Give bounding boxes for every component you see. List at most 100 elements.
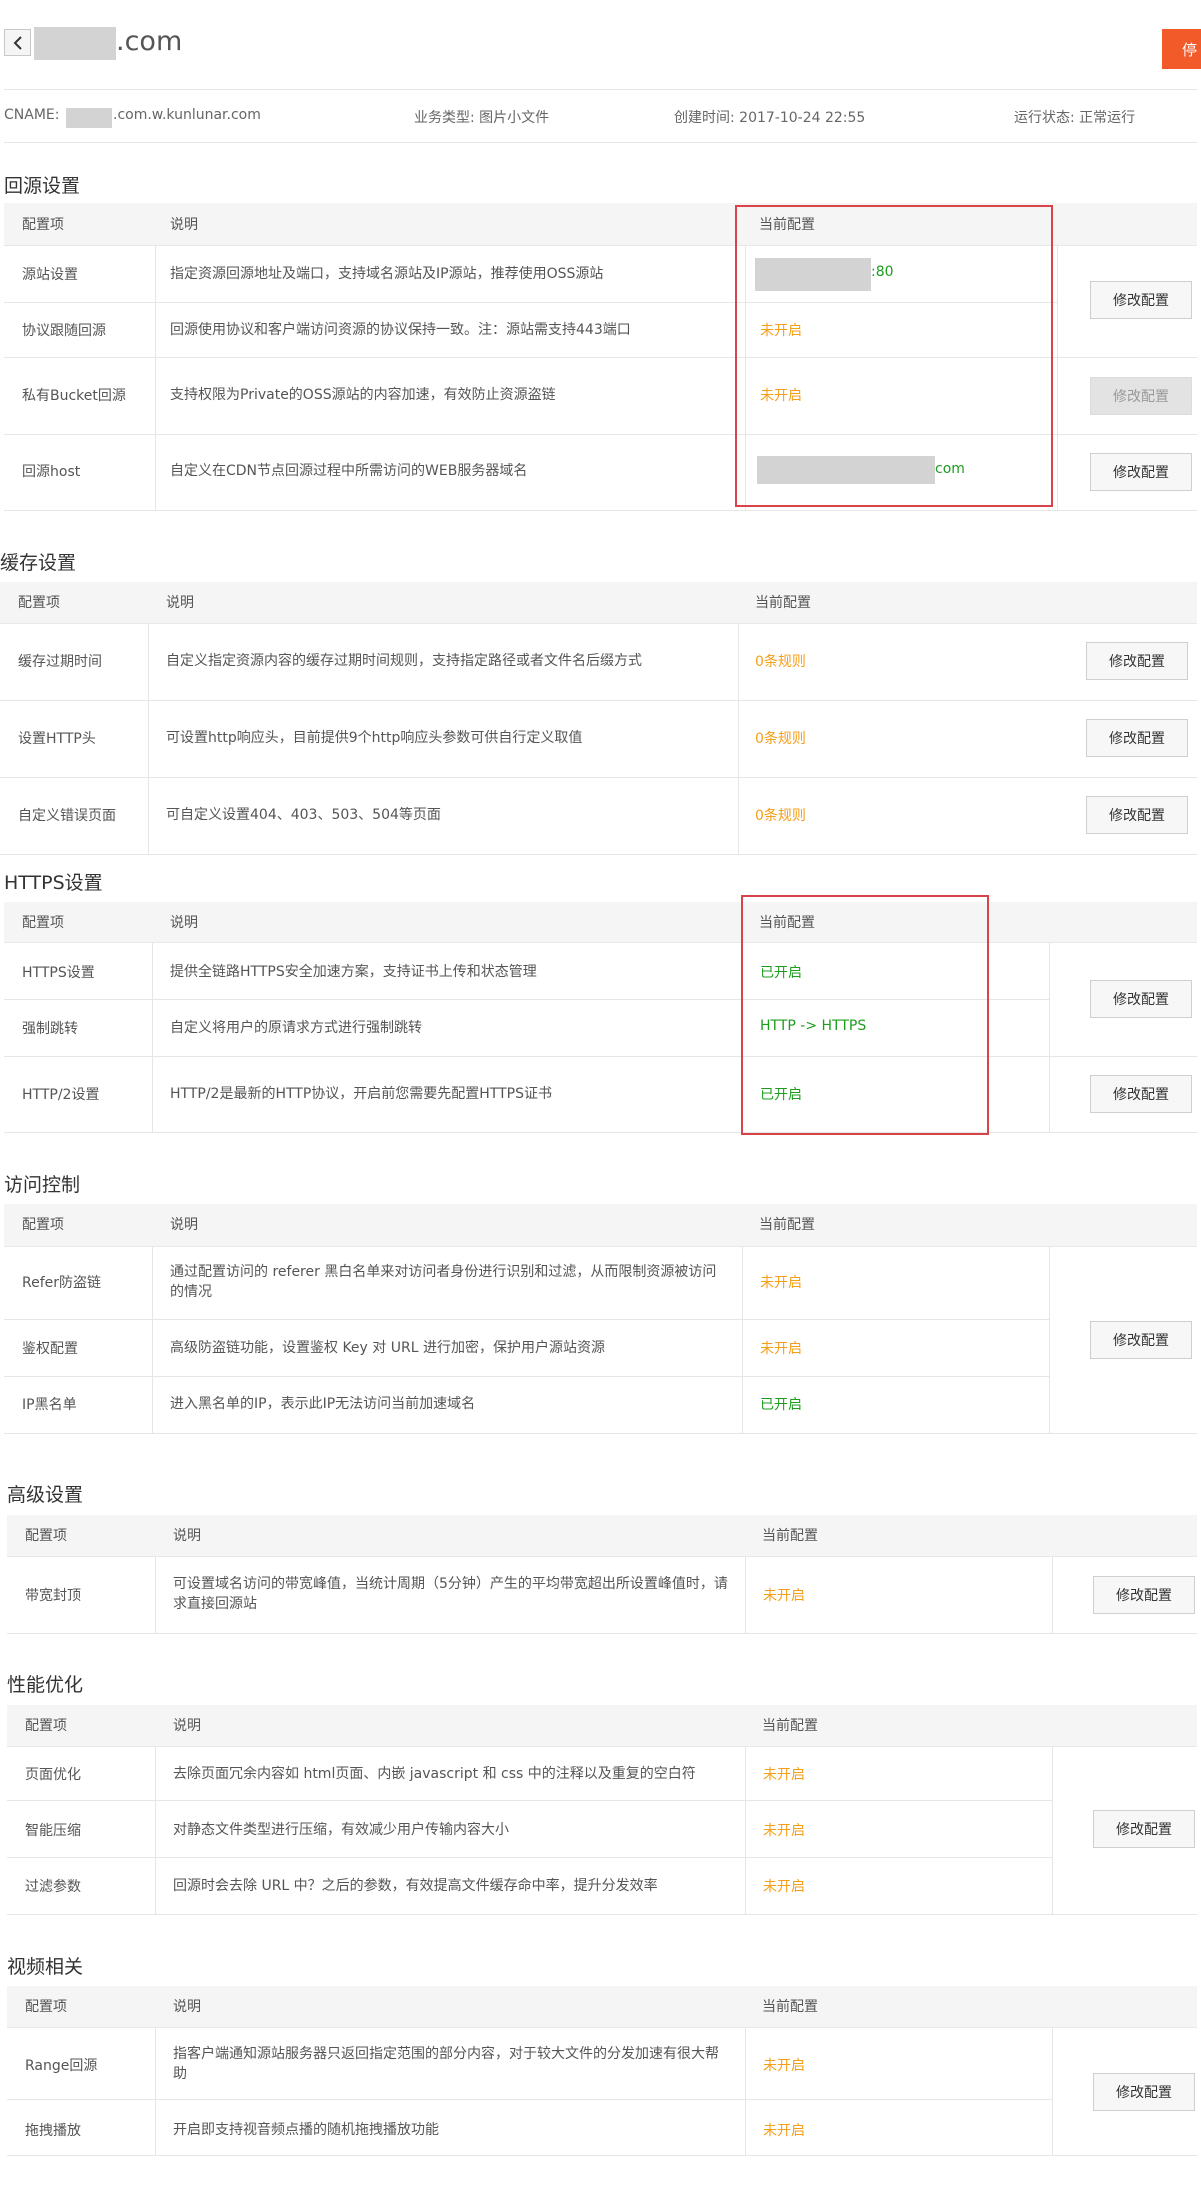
config-desc: 回源使用协议和客户端访问资源的协议保持一致。注：源站需支持443端口 (170, 322, 631, 338)
section-title-origin: 回源设置 (4, 175, 81, 197)
config-desc: 可自定义设置404、403、503、504等页面 (166, 807, 441, 823)
edit-config-button-disabled[interactable]: 修改配置 (1090, 377, 1192, 415)
config-name: 回源host (22, 464, 81, 480)
config-name: 鉴权配置 (22, 1341, 78, 1357)
config-desc: 高级防盗链功能，设置鉴权 Key 对 URL 进行加密，保护用户源站资源 (170, 1340, 605, 1356)
config-name: 设置HTTP头 (18, 731, 96, 747)
col-desc: 说明 (173, 1528, 201, 1544)
config-name: 过滤参数 (25, 1879, 81, 1895)
back-button[interactable] (4, 29, 31, 56)
edit-config-button[interactable]: 修改配置 (1090, 1075, 1192, 1113)
config-desc: HTTP/2是最新的HTTP协议，开启前您需要先配置HTTPS证书 (170, 1086, 552, 1102)
config-name: 源站设置 (22, 267, 78, 283)
run-status: 运行状态: 正常运行 (1014, 110, 1136, 126)
col-item: 配置项 (22, 1217, 64, 1233)
col-item: 配置项 (25, 1528, 67, 1544)
config-value: 0条规则 (755, 654, 806, 670)
edit-config-button[interactable]: 修改配置 (1086, 796, 1188, 834)
section-title-advanced: 高级设置 (7, 1484, 84, 1506)
section-title-cache: 缓存设置 (0, 552, 77, 574)
col-current: 当前配置 (762, 1718, 818, 1734)
config-name: 带宽封顶 (25, 1588, 81, 1604)
edit-config-button[interactable]: 修改配置 (1086, 719, 1188, 757)
config-desc: 去除页面冗余内容如 html页面、内嵌 javascript 和 css 中的注… (173, 1766, 696, 1782)
col-desc: 说明 (170, 217, 198, 233)
divider (4, 142, 1197, 143)
config-desc: 提供全链路HTTPS安全加速方案，支持证书上传和状态管理 (170, 964, 537, 980)
config-desc: 对静态文件类型进行压缩，有效减少用户传输内容大小 (173, 1822, 509, 1838)
config-name: HTTPS设置 (22, 965, 95, 981)
config-desc: 回源时会去除 URL 中？之后的参数，有效提高文件缓存命中率，提升分发效率 (173, 1878, 658, 1894)
config-name: 协议跟随回源 (22, 323, 106, 339)
redacted-cname (66, 108, 112, 128)
cname-label: CNAME: (4, 107, 60, 123)
edit-config-button[interactable]: 修改配置 (1093, 2073, 1195, 2111)
col-current: 当前配置 (759, 1217, 815, 1233)
col-current: 当前配置 (762, 1999, 818, 2015)
business-type: 业务类型: 图片小文件 (414, 110, 550, 126)
config-desc: 可设置http响应头，目前提供9个http响应头参数可供自行定义取值 (166, 730, 583, 746)
config-name: Range回源 (25, 2058, 98, 2074)
col-item: 配置项 (25, 1999, 67, 2015)
config-name: 页面优化 (25, 1767, 81, 1783)
redacted-domain (34, 27, 116, 60)
section-title-access: 访问控制 (4, 1174, 81, 1196)
config-desc: 指客户端通知源站服务器只返回指定范围的部分内容，对于较大文件的分发加速有很大帮助 (173, 2046, 719, 2082)
config-name: 私有Bucket回源 (22, 388, 126, 404)
config-desc: 进入黑名单的IP，表示此IP无法访问当前加速域名 (170, 1396, 476, 1412)
col-desc: 说明 (173, 1999, 201, 2015)
cname-value: .com.w.kunlunar.com (113, 107, 261, 123)
divider (4, 89, 1197, 90)
config-desc: 自定义将用户的原请求方式进行强制跳转 (170, 1020, 422, 1036)
edit-config-button[interactable]: 修改配置 (1090, 453, 1192, 491)
col-desc: 说明 (170, 915, 198, 931)
config-name: 拖拽播放 (25, 2123, 81, 2139)
col-item: 配置项 (18, 595, 60, 611)
col-current: 当前配置 (755, 595, 811, 611)
stop-button[interactable]: 停 (1162, 29, 1201, 69)
config-desc: 通过配置访问的 referer 黑白名单来对访问者身份进行识别和过滤，从而限制资… (170, 1264, 717, 1300)
edit-config-button[interactable]: 修改配置 (1086, 642, 1188, 680)
config-value: 0条规则 (755, 808, 806, 824)
config-name: IP黑名单 (22, 1397, 77, 1413)
config-desc: 自定义在CDN节点回源过程中所需访问的WEB服务器域名 (170, 463, 528, 479)
highlight-box (735, 205, 1053, 507)
highlight-box (741, 895, 989, 1135)
edit-config-button[interactable]: 修改配置 (1090, 980, 1192, 1018)
section-title-perf: 性能优化 (7, 1674, 84, 1696)
col-current: 当前配置 (762, 1528, 818, 1544)
col-item: 配置项 (22, 217, 64, 233)
config-value: 未开启 (760, 1341, 802, 1357)
config-name: 自定义错误页面 (18, 808, 116, 824)
config-value: 0条规则 (755, 731, 806, 747)
config-value: 未开启 (763, 2058, 805, 2074)
domain-title: .com (116, 26, 183, 57)
config-desc: 自定义指定资源内容的缓存过期时间规则，支持指定路径或者文件名后缀方式 (166, 653, 642, 669)
created-time: 创建时间: 2017-10-24 22:55 (674, 110, 866, 126)
config-name: 缓存过期时间 (18, 654, 102, 670)
config-desc: 可设置域名访问的带宽峰值，当统计周期（5分钟）产生的平均带宽超出所设置峰值时，请… (173, 1576, 728, 1612)
config-name: 智能压缩 (25, 1823, 81, 1839)
col-desc: 说明 (170, 1217, 198, 1233)
config-name: 强制跳转 (22, 1021, 78, 1037)
config-value: 未开启 (763, 1767, 805, 1783)
config-value: 未开启 (763, 1879, 805, 1895)
config-value: 未开启 (763, 1588, 805, 1604)
config-value: 已开启 (760, 1397, 802, 1413)
config-value: 未开启 (763, 1823, 805, 1839)
config-name: Refer防盗链 (22, 1275, 102, 1291)
edit-config-button[interactable]: 修改配置 (1090, 281, 1192, 319)
col-desc: 说明 (173, 1718, 201, 1734)
config-desc: 开启即支持视音频点播的随机拖拽播放功能 (173, 2122, 439, 2138)
edit-config-button[interactable]: 修改配置 (1090, 1321, 1192, 1359)
section-title-video: 视频相关 (7, 1956, 84, 1978)
col-item: 配置项 (22, 915, 64, 931)
col-item: 配置项 (25, 1718, 67, 1734)
edit-config-button[interactable]: 修改配置 (1093, 1810, 1195, 1848)
chevron-left-icon (13, 35, 22, 50)
config-name: HTTP/2设置 (22, 1087, 100, 1103)
edit-config-button[interactable]: 修改配置 (1093, 1576, 1195, 1614)
config-value: 未开启 (760, 1275, 802, 1291)
col-desc: 说明 (166, 595, 194, 611)
section-title-https: HTTPS设置 (4, 872, 103, 894)
